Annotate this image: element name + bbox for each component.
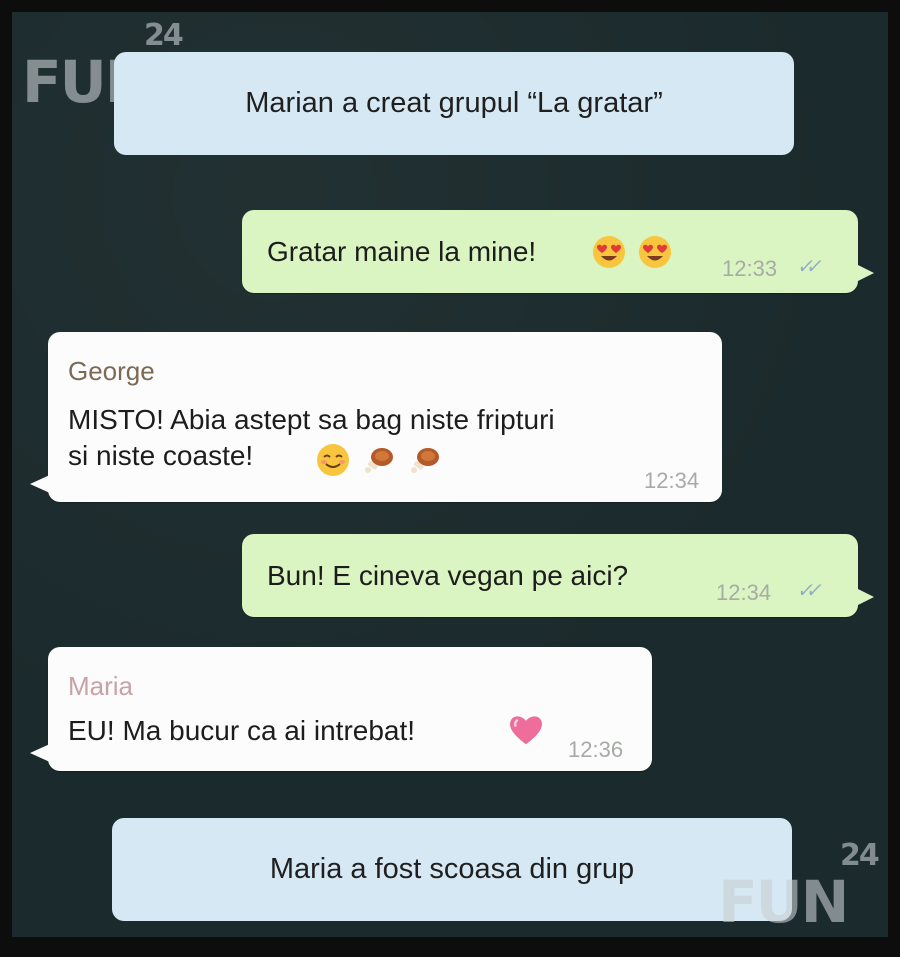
sender-name: George bbox=[68, 356, 155, 386]
reaction-emojis bbox=[312, 442, 442, 477]
message-text: Bun! E cineva vegan pe aici? bbox=[267, 560, 629, 591]
meat-emoji bbox=[364, 447, 393, 473]
message-time: 12:34 bbox=[716, 580, 772, 605]
meat-emoji bbox=[410, 447, 439, 473]
chat-area: 24 FUN Marian a creat grupul “La gratar”… bbox=[12, 12, 888, 937]
incoming-message-george[interactable]: George MISTO! Abia astept sa bag niste f… bbox=[30, 332, 722, 502]
watermark-logo-bottom: 24 FUN bbox=[712, 838, 882, 937]
system-message-text: Marian a creat grupul “La gratar” bbox=[245, 87, 663, 119]
smile-blush-emoji bbox=[317, 443, 349, 476]
double-check-icon: ✓✓ bbox=[795, 256, 818, 278]
outgoing-message-2[interactable]: Bun! E cineva vegan pe aici? 12:34 ✓✓ bbox=[242, 534, 874, 617]
system-message-text: Maria a fost scoasa din grup bbox=[269, 853, 635, 885]
double-check-icon: ✓✓ bbox=[795, 580, 818, 602]
message-time: 12:33 bbox=[722, 256, 778, 281]
heart-eyes-emoji bbox=[593, 235, 625, 268]
message-text: EU! Ma bucur ca ai intrebat! bbox=[68, 715, 416, 746]
system-message-removed: Maria a fost scoasa din grup bbox=[112, 818, 792, 921]
outgoing-message-1[interactable]: Gratar maine la mine! 12:33 ✓✓ bbox=[242, 210, 874, 293]
watermark-text: FUN bbox=[718, 868, 849, 936]
message-text: Gratar maine la mine! bbox=[267, 236, 537, 267]
message-time: 12:36 bbox=[568, 737, 624, 762]
message-time: 12:34 bbox=[644, 468, 700, 493]
heart-emoji bbox=[510, 716, 542, 745]
heart-eyes-emoji-group bbox=[588, 234, 672, 269]
incoming-message-maria[interactable]: Maria EU! Ma bucur ca ai intrebat! 12:36 bbox=[30, 647, 652, 771]
sender-name: Maria bbox=[68, 671, 134, 701]
heart-eyes-emoji bbox=[638, 235, 671, 268]
system-message-group-created: Marian a creat grupul “La gratar” bbox=[114, 52, 794, 155]
